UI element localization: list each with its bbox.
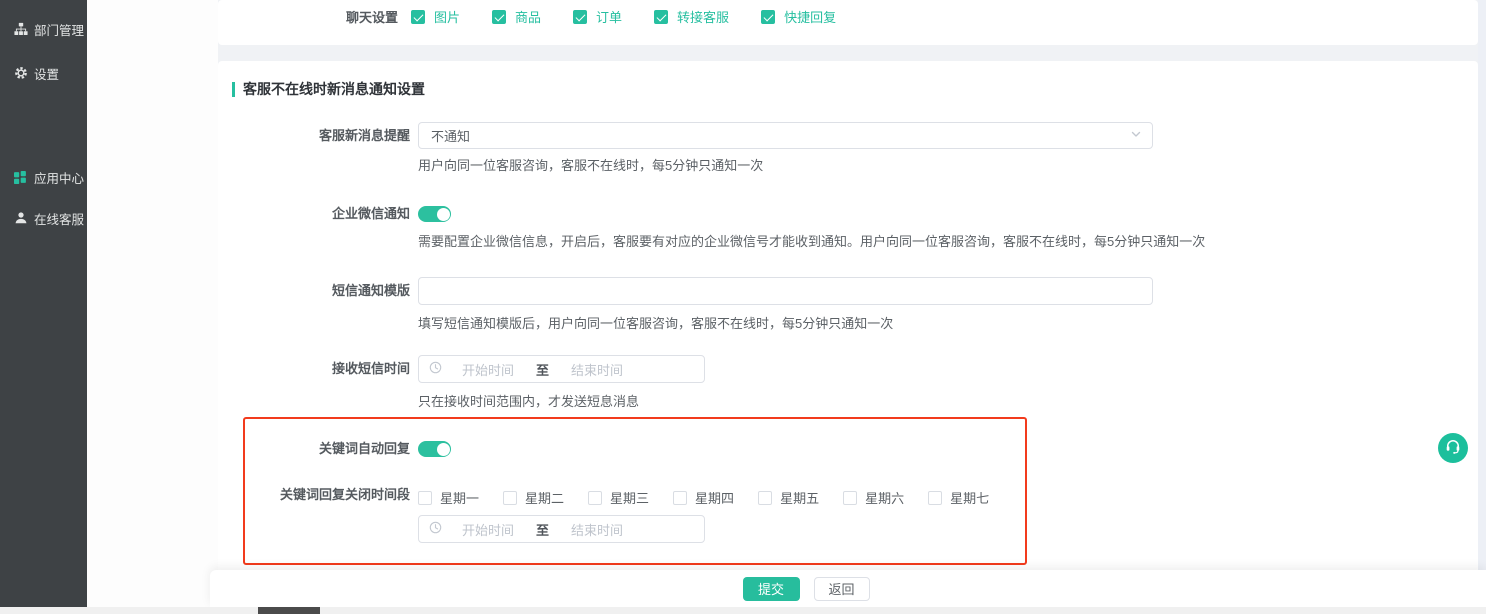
wecom-notify-toggle[interactable] [418,206,451,222]
keyword-close-time-range-picker[interactable]: 开始时间 至 结束时间 [418,515,705,543]
helper-sms-template: 填写短信通知模版后，用户向同一位客服咨询，客服不在线时，每5分钟只通知一次 [418,313,893,332]
toggle-knob [437,208,450,221]
field-label-keyword-auto-reply: 关键词自动回复 [218,441,410,457]
checkbox-tuesday[interactable]: 星期二 [503,488,564,507]
checkbox-unchecked-icon[interactable] [588,491,602,505]
helper-sms-time: 只在接收时间范围内，才发送短息消息 [418,391,639,410]
person-icon [13,211,28,226]
sidebar-item-app-center[interactable]: 应用中心 [0,166,87,188]
gear-icon [13,66,28,81]
vertical-scrollbar-track[interactable] [1478,0,1486,614]
checkbox-checked-icon[interactable] [492,10,506,24]
field-label-sms-template: 短信通知模版 [218,277,410,305]
horizontal-scrollbar[interactable] [0,607,1486,614]
chat-settings-options: 图片 商品 订单 转接客服 快捷回复 [411,7,836,26]
toggle-knob [437,443,450,456]
section-accent-bar [232,82,235,97]
checkbox-product[interactable]: 商品 [492,7,541,26]
keyword-close-period-days: 星期一 星期二 星期三 星期四 星期五 星期六 星期七 [418,488,989,507]
checkbox-sunday[interactable]: 星期七 [928,488,989,507]
checkbox-checked-icon[interactable] [654,10,668,24]
secondary-panel [87,0,218,607]
checkbox-transfer-service[interactable]: 转接客服 [654,7,729,26]
checkbox-unchecked-icon[interactable] [503,491,517,505]
app-grid-icon [13,170,28,185]
checkbox-friday[interactable]: 星期五 [758,488,819,507]
checkbox-label: 转接客服 [677,7,729,26]
checkbox-unchecked-icon[interactable] [673,491,687,505]
checkbox-unchecked-icon[interactable] [928,491,942,505]
field-label-wecom-notify: 企业微信通知 [218,206,410,222]
checkbox-monday[interactable]: 星期一 [418,488,479,507]
customer-service-float-button[interactable] [1438,433,1468,463]
new-message-reminder-select[interactable]: 不通知 [418,122,1153,149]
sms-template-input[interactable] [418,277,1153,305]
checkbox-quick-reply[interactable]: 快捷回复 [761,7,836,26]
sidebar-item-online-service[interactable]: 在线客服 [0,207,87,229]
chat-settings-card: 聊天设置 图片 商品 订单 转接客服 快捷回复 [218,0,1478,45]
chat-settings-label: 聊天设置 [218,7,398,26]
footer-action-bar: 提交 返回 [210,570,1486,607]
offline-notify-card: 客服不在线时新消息通知设置 客服新消息提醒 不通知 用户向同一位客服咨询，客服不… [218,61,1478,607]
sidebar-item-label: 应用中心 [34,168,84,187]
checkbox-label: 商品 [515,7,541,26]
sitemap-icon [13,22,28,37]
sidebar-item-label: 部门管理 [34,20,84,39]
clock-icon [429,521,442,537]
start-time-placeholder[interactable]: 开始时间 [442,520,534,539]
checkbox-label: 星期五 [780,488,819,507]
section-header: 客服不在线时新消息通知设置 [232,79,425,99]
sms-time-range-picker[interactable]: 开始时间 至 结束时间 [418,355,705,383]
checkbox-label: 订单 [596,7,622,26]
checkbox-label: 星期一 [440,488,479,507]
checkbox-label: 星期四 [695,488,734,507]
sidebar-item-settings[interactable]: 设置 [0,62,87,84]
checkbox-label: 星期三 [610,488,649,507]
checkbox-wednesday[interactable]: 星期三 [588,488,649,507]
keyword-auto-reply-toggle[interactable] [418,441,451,457]
checkbox-saturday[interactable]: 星期六 [843,488,904,507]
submit-button[interactable]: 提交 [743,577,800,601]
scrollbar-thumb[interactable] [258,607,320,614]
checkbox-label: 快捷回复 [784,7,836,26]
chevron-down-icon [1130,128,1142,143]
section-title: 客服不在线时新消息通知设置 [243,79,425,99]
start-time-placeholder[interactable]: 开始时间 [442,360,534,379]
checkbox-unchecked-icon[interactable] [758,491,772,505]
checkbox-label: 星期七 [950,488,989,507]
checkbox-label: 星期六 [865,488,904,507]
checkbox-checked-icon[interactable] [761,10,775,24]
end-time-placeholder[interactable]: 结束时间 [551,520,643,539]
sidebar: 部门管理 设置 应用中心 在线客服 [0,0,87,607]
time-range-separator: 至 [534,360,551,379]
sidebar-item-label: 设置 [34,64,59,83]
checkbox-checked-icon[interactable] [573,10,587,24]
checkbox-unchecked-icon[interactable] [418,491,432,505]
end-time-placeholder[interactable]: 结束时间 [551,360,643,379]
checkbox-thursday[interactable]: 星期四 [673,488,734,507]
sidebar-item-department[interactable]: 部门管理 [0,18,87,40]
back-button[interactable]: 返回 [814,577,870,601]
checkbox-label: 图片 [434,7,460,26]
checkbox-checked-icon[interactable] [411,10,425,24]
checkbox-image[interactable]: 图片 [411,7,460,26]
checkbox-unchecked-icon[interactable] [843,491,857,505]
clock-icon [429,361,442,377]
headset-icon [1444,437,1462,460]
field-label-keyword-close-period: 关键词回复关闭时间段 [218,488,410,502]
field-label-sms-time: 接收短信时间 [218,355,410,383]
helper-new-message-reminder: 用户向同一位客服咨询，客服不在线时，每5分钟只通知一次 [418,155,763,174]
sidebar-item-label: 在线客服 [34,209,84,228]
time-range-separator: 至 [534,520,551,539]
field-label-new-message-reminder: 客服新消息提醒 [218,122,410,149]
select-value: 不通知 [431,126,1130,145]
checkbox-order[interactable]: 订单 [573,7,622,26]
helper-wecom-notify: 需要配置企业微信信息，开启后，客服要有对应的企业微信号才能收到通知。用户向同一位… [418,231,1205,250]
checkbox-label: 星期二 [525,488,564,507]
